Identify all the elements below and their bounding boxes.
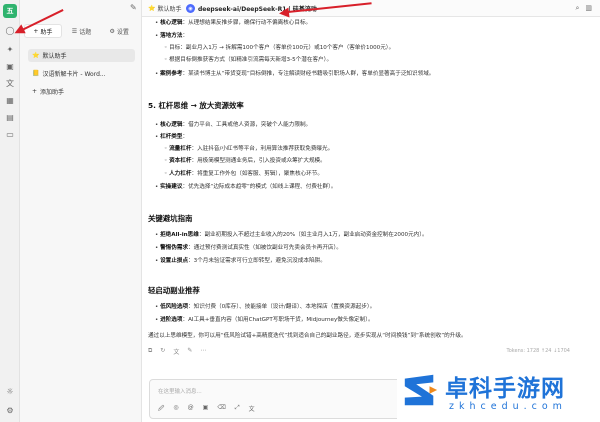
translate-icon[interactable]: 文 xyxy=(249,404,255,414)
tab-settings[interactable]: ⚙ 设置 xyxy=(101,24,137,38)
translate-icon[interactable]: 文 xyxy=(173,347,179,356)
assistant-sidebar: + 助手 ☰ 话题 ⚙ 设置 ⭐ 默认助手 📒 汉语新解卡片 - Word...… xyxy=(20,0,142,422)
message-content: • 核心逻辑：从理想结果反推步骤，确保行动不偏离核心目标。 • 落地方法： ◦ … xyxy=(142,17,600,371)
translate-icon[interactable]: 文 xyxy=(4,77,16,89)
list-item: ◦ 目标：副业月入1万 → 拆解需100个客户（客单价100元）或10个客户（客… xyxy=(164,45,395,51)
model-selector[interactable]: ◉ deepseek-ai/DeepSeek-R1 | 硅基流动 xyxy=(186,3,317,14)
deepseek-logo-icon: ◉ xyxy=(186,4,195,13)
attach-icon[interactable]: 🖉 xyxy=(158,404,164,414)
layout-icon[interactable]: ▥ xyxy=(585,4,592,13)
image-icon[interactable]: ▣ xyxy=(4,60,16,72)
star-icon: ⭐ xyxy=(148,5,156,12)
section-heading: 5. 杠杆思维 → 放大资源效率 xyxy=(148,101,244,110)
sidebar-item-default-assistant[interactable]: ⭐ 默认助手 xyxy=(28,49,135,62)
message-input-placeholder: 在这里输入消息... xyxy=(158,389,202,395)
input-toolbar: 🖉 ◎ @ ▣ ⌫ ⤢ 文 xyxy=(158,404,255,414)
watermark-url: zkhcedu.com xyxy=(449,401,567,412)
summary-paragraph: 通过以上思维模型，你可以用“低风险试错+高精度迭代”找到适合自己的副业路径，逐步… xyxy=(148,333,467,339)
refresh-icon[interactable]: ↻ xyxy=(160,347,165,356)
list-item: • 拒绝All-in思维：副业初期投入不超过主业收入的20%（如主业月入1万，副… xyxy=(155,232,428,238)
sparkle-icon[interactable]: ✦ xyxy=(4,43,16,55)
sidebar-item-word-card[interactable]: 📒 汉语新解卡片 - Word... xyxy=(28,67,135,80)
apps-icon[interactable]: ▦ xyxy=(4,94,16,106)
current-assistant[interactable]: ⭐ 默认助手 xyxy=(148,4,182,13)
brand-logo-icon xyxy=(404,374,438,406)
icon-rail: 五 ◯ ✦ ▣ 文 ▦ ▤ ▭ ☼ ⚙ xyxy=(0,0,20,422)
list-item: • 杠杆类型： xyxy=(155,134,189,140)
list-item: ◦ 人力杠杆：将重复工作外包（如客服、剪辑），聚焦核心环节。 xyxy=(164,171,323,177)
tab-topics[interactable]: ☰ 话题 xyxy=(64,24,100,38)
token-count: Tokens: 1728 ↑24 ↓1704 xyxy=(506,348,570,354)
folder-icon[interactable]: ▭ xyxy=(4,128,16,140)
list-item: • 核心逻辑：从理想结果反推步骤，确保行动不偏离核心目标。 xyxy=(155,20,312,26)
section-heading: 关键避坑指南 xyxy=(148,214,193,223)
expand-icon[interactable]: ⤢ xyxy=(235,404,240,414)
star-icon: ⭐ xyxy=(32,52,40,59)
new-chat-icon[interactable]: ✎ xyxy=(130,3,137,12)
list-item: • 案例参考：某读书博主从“带货变现”目标倒推，专注解读财经书籍吸引职场人群，客… xyxy=(155,71,435,77)
add-assistant-button[interactable]: + 添加助手 xyxy=(28,85,135,98)
message-actions: ⧉ ↻ 文 ✎ ⋯ xyxy=(148,347,206,356)
notebook-icon: 📒 xyxy=(32,70,40,77)
gear-icon: ⚙ xyxy=(109,27,115,35)
search-icon[interactable]: ⌕ xyxy=(575,4,579,13)
sidebar-tabs: + 助手 ☰ 话题 ⚙ 设置 xyxy=(24,24,137,38)
list-item: ◦ 根据目标倒推获客方式（如精准引流需每天新增3-5个潜在客户）。 xyxy=(164,57,333,63)
settings-icon[interactable]: ⚙ xyxy=(4,404,16,416)
list-item: • 设置止损点：3个月未验证需求可行立即转型，避免沉没成本陷阱。 xyxy=(155,258,326,264)
doc-icon[interactable]: ▤ xyxy=(4,111,16,123)
list-item: • 进阶选项：AI工具+垂直内容（如用ChatGPT写职场干货，Midjourn… xyxy=(155,317,374,323)
plus-icon: + xyxy=(32,88,38,95)
list-icon: ☰ xyxy=(71,27,78,35)
watermark-brand: 卓科手游网 zkhcedu.com xyxy=(397,367,600,422)
chat-main: • 核心逻辑：从理想结果反推步骤，确保行动不偏离核心目标。 • 落地方法： ◦ … xyxy=(142,17,600,422)
user-avatar[interactable]: 五 xyxy=(3,4,17,18)
list-item: • 落地方法： xyxy=(155,33,189,39)
list-item: ◦ 资本杠杆：用极简模型测通业务后，引入投资或众筹扩大规模。 xyxy=(164,158,326,164)
list-item: • 核心逻辑：借力平台、工具或他人资源，突破个人能力限制。 xyxy=(155,122,312,128)
list-item: • 警惕伪需求：通过预付费测试真实性（如被饮副业可先卖会员卡再开店）。 xyxy=(155,245,342,251)
copy-icon[interactable]: ⧉ xyxy=(148,347,152,356)
list-item: • 实操建议：优先选择“边际成本趋零”的模式（如线上课程、付费社群）。 xyxy=(155,184,337,190)
clear-icon[interactable]: ⌫ xyxy=(217,404,225,414)
image-icon[interactable]: ▣ xyxy=(203,404,209,414)
sun-icon[interactable]: ☼ xyxy=(4,385,16,397)
list-item: • 低风险选项：知识付费（0库存）、技能接单（设计/翻译）、本地探店（置换资源起… xyxy=(155,304,376,310)
at-icon[interactable]: @ xyxy=(188,404,194,414)
plus-icon: + xyxy=(33,27,39,35)
web-icon[interactable]: ◎ xyxy=(173,404,178,414)
edit-icon[interactable]: ✎ xyxy=(187,347,192,356)
watermark-title: 卓科手游网 xyxy=(445,376,565,402)
annotation-arrow-head xyxy=(278,7,290,19)
top-right-tools: ⌕ ▥ xyxy=(575,4,592,13)
more-icon[interactable]: ⋯ xyxy=(200,347,206,356)
section-heading: 轻启动副业推荐 xyxy=(148,286,200,295)
list-item: ◦ 流量杠杆：入驻抖音/小红书等平台，利用算法推荐获取免费曝光。 xyxy=(164,146,334,152)
